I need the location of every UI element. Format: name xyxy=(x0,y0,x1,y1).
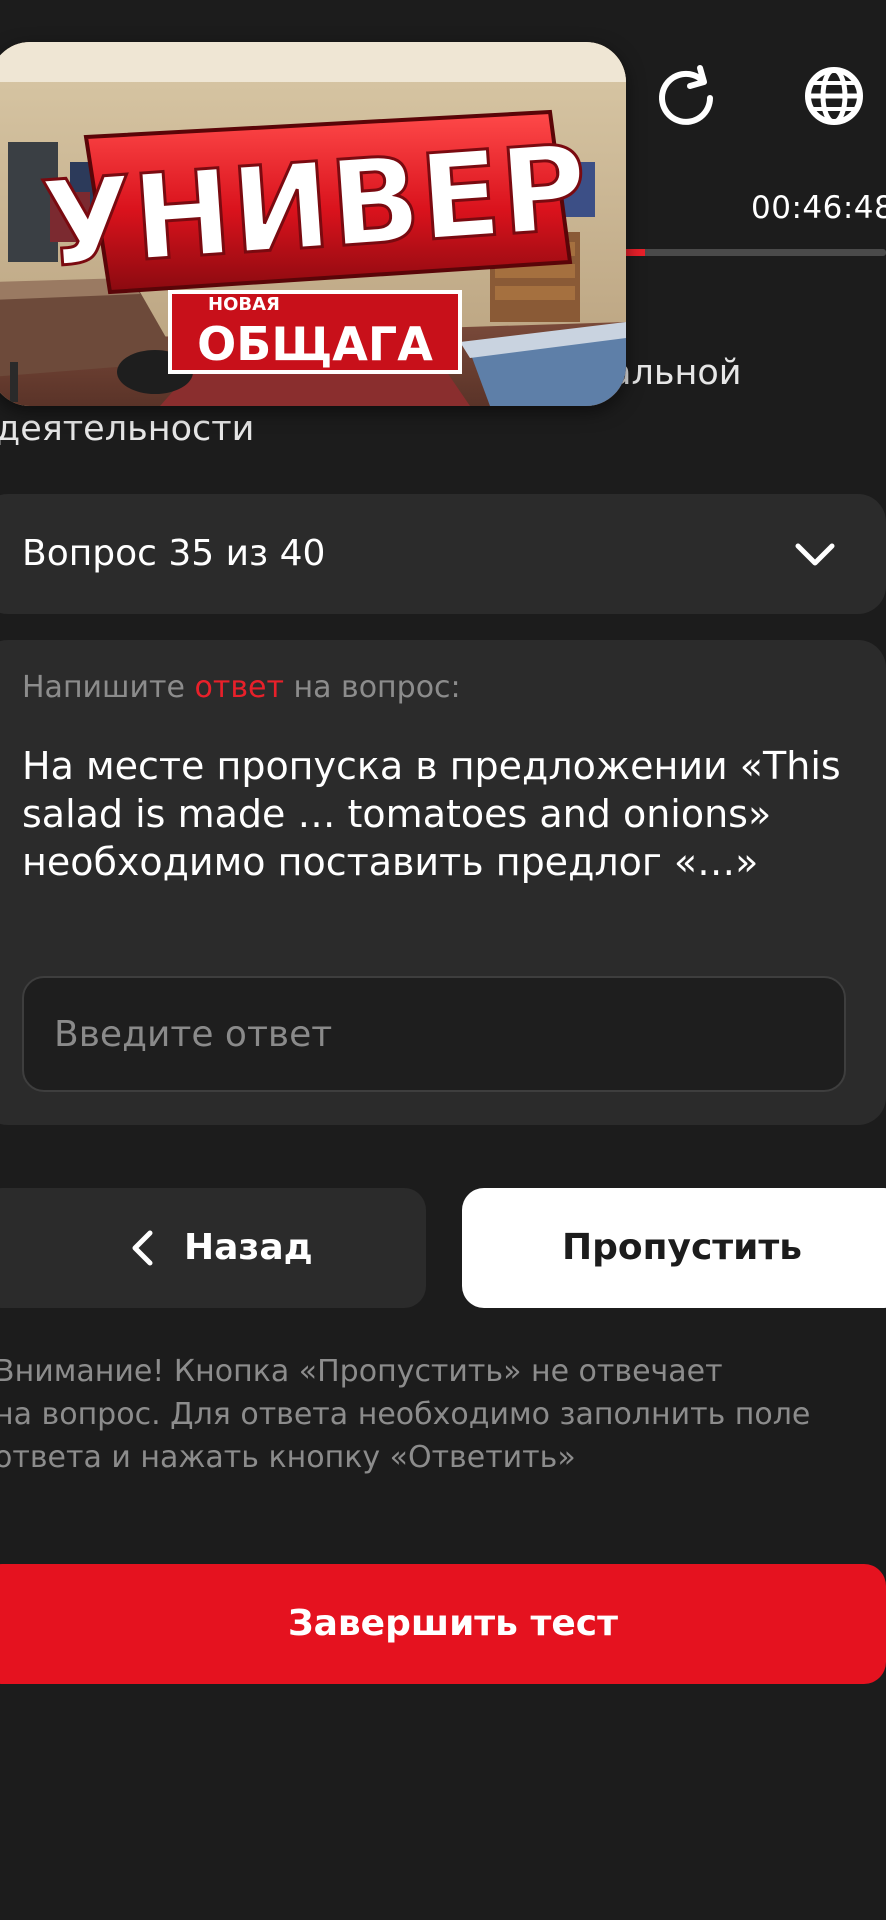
chevron-down-icon xyxy=(795,543,835,566)
logo-tag-text: НОВАЯ xyxy=(208,294,280,315)
instruction-before: Напишите xyxy=(22,670,195,705)
test-timer: 00:46:48 xyxy=(751,190,886,226)
question-instruction: Напишите ответ на вопрос: xyxy=(22,670,461,705)
skip-warning-text: Внимание! Кнопка «Пропустить» не отвечае… xyxy=(0,1350,886,1479)
question-card: Напишите ответ на вопрос: На месте пропу… xyxy=(0,640,886,1125)
warning-line: на вопрос. Для ответа необходимо заполни… xyxy=(0,1397,811,1432)
question-selector[interactable]: Вопрос 35 из 40 xyxy=(0,494,886,614)
instruction-accent: ответ xyxy=(194,670,284,705)
warning-line: ответа и нажать кнопку «Ответить» xyxy=(0,1440,576,1475)
question-text: На месте пропуска в предложении «This sa… xyxy=(22,744,841,884)
answer-input[interactable] xyxy=(22,976,846,1092)
logo-sub-text: ОБЩАГА xyxy=(197,317,433,371)
reload-button[interactable] xyxy=(650,60,722,132)
globe-icon xyxy=(805,67,863,125)
subject-title-line1: альной xyxy=(610,353,742,393)
video-frame-image: УНИВЕР НОВАЯ ОБЩАГА xyxy=(0,42,626,406)
skip-button-label: Пропустить xyxy=(562,1227,803,1268)
instruction-after: на вопрос: xyxy=(283,670,461,705)
question-selector-label: Вопрос 35 из 40 xyxy=(22,533,326,574)
reload-icon xyxy=(659,65,713,125)
floating-video-player[interactable]: УНИВЕР НОВАЯ ОБЩАГА xyxy=(0,42,626,406)
finish-test-label: Завершить тест xyxy=(288,1603,618,1644)
chevron-left-icon xyxy=(132,1230,153,1266)
finish-test-button[interactable]: Завершить тест xyxy=(0,1564,886,1684)
back-button-label: Назад xyxy=(184,1227,313,1268)
skip-button[interactable]: Пропустить xyxy=(462,1188,886,1308)
back-button[interactable]: Назад xyxy=(0,1188,426,1308)
language-button[interactable] xyxy=(798,60,870,132)
header-toolbar xyxy=(650,60,886,140)
subject-title-line2: деятельности xyxy=(0,409,255,449)
warning-line: Внимание! Кнопка «Пропустить» не отвечае… xyxy=(0,1354,723,1389)
